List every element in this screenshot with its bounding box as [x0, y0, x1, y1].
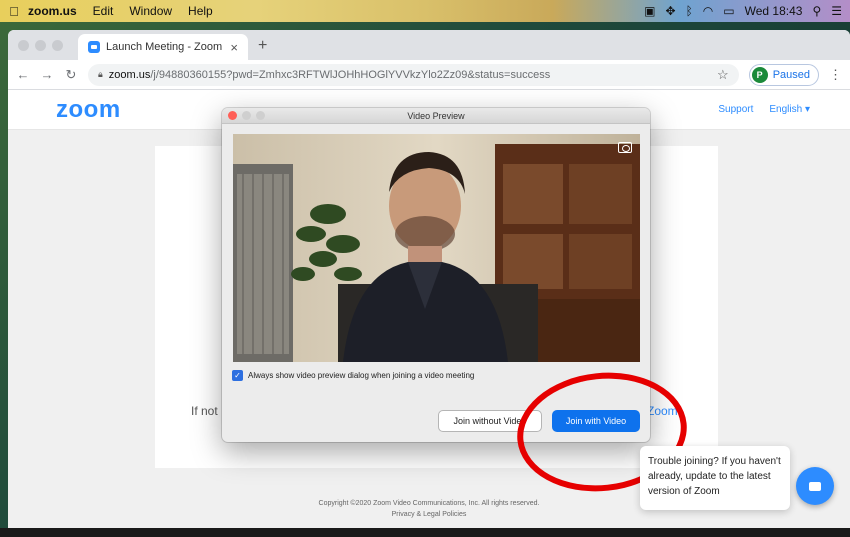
- camera-preview: [233, 134, 640, 362]
- notification-center-icon[interactable]: ☰: [831, 4, 842, 18]
- footer-privacy-link[interactable]: Privacy & Legal Policies: [8, 509, 850, 520]
- minimize-window-icon[interactable]: [35, 40, 46, 51]
- profile-button[interactable]: P Paused: [748, 63, 819, 86]
- menu-app-zoom[interactable]: zoom.us: [28, 4, 77, 18]
- chat-bubble-icon: [809, 481, 821, 491]
- new-tab-icon[interactable]: +: [258, 37, 267, 55]
- bluetooth-icon[interactable]: ᛒ: [686, 4, 693, 18]
- menubar-clock[interactable]: Wed 18:43: [745, 4, 803, 18]
- dialog-titlebar: Video Preview: [222, 108, 650, 124]
- tab-launch-meeting[interactable]: Launch Meeting - Zoom ×: [78, 34, 248, 60]
- dialog-close-icon[interactable]: [228, 111, 237, 120]
- bookmark-star-icon[interactable]: ☆: [717, 67, 729, 83]
- dialog-maximize-icon: [256, 111, 265, 120]
- always-show-preview-row[interactable]: ✓ Always show video preview dialog when …: [232, 370, 474, 381]
- back-arrow-icon[interactable]: ←: [16, 67, 30, 82]
- camera-feed-image: [233, 134, 640, 362]
- dialog-minimize-icon: [242, 111, 251, 120]
- camera-switch-icon[interactable]: [618, 142, 632, 153]
- spotlight-search-icon[interactable]: ⚲: [812, 4, 821, 18]
- menu-help[interactable]: Help: [188, 4, 213, 18]
- wifi-icon[interactable]: ◠: [703, 4, 713, 18]
- menu-window[interactable]: Window: [129, 4, 172, 18]
- lock-icon[interactable]: 🔒︎: [98, 69, 103, 80]
- maximize-window-icon[interactable]: [52, 40, 63, 51]
- chat-support-button[interactable]: [796, 467, 834, 505]
- forward-arrow-icon[interactable]: →: [40, 67, 54, 82]
- dialog-title: Video Preview: [407, 110, 465, 121]
- always-show-preview-checkbox[interactable]: ✓: [232, 370, 243, 381]
- tab-title: Launch Meeting - Zoom: [106, 41, 223, 53]
- menu-edit[interactable]: Edit: [93, 4, 114, 18]
- zoom-logo[interactable]: zoom: [56, 96, 121, 124]
- close-window-icon[interactable]: [18, 40, 29, 51]
- url-host: zoom.us: [108, 68, 151, 81]
- profile-status: Paused: [772, 68, 810, 81]
- mac-menu-bar:  zoom.us Edit Window Help ▣ ✥ ᛒ ◠ ▭ Wed…: [0, 0, 850, 22]
- support-link[interactable]: Support: [718, 104, 753, 115]
- always-show-preview-label: Always show video preview dialog when jo…: [248, 371, 475, 380]
- close-tab-icon[interactable]: ×: [230, 40, 238, 55]
- dropbox-icon[interactable]: ✥: [666, 4, 676, 18]
- reload-icon[interactable]: ↻: [64, 67, 78, 83]
- chat-help-tooltip[interactable]: Trouble joining? If you haven't already,…: [640, 446, 790, 510]
- card-launch-text: If not: [191, 404, 218, 418]
- url-path: /j/94880360155?pwd=Zmhxc3RFTWlJOHhHOGlYV…: [150, 68, 551, 81]
- apple-menu-icon[interactable]: : [0, 4, 28, 19]
- more-menu-icon[interactable]: ⋮: [829, 67, 842, 83]
- language-selector[interactable]: English ▾: [769, 104, 810, 115]
- zoom-status-icon[interactable]: ▣: [644, 4, 655, 18]
- window-controls: [18, 40, 63, 51]
- avatar: P: [751, 66, 768, 83]
- dock-strip: [0, 528, 850, 537]
- battery-icon[interactable]: ▭: [723, 4, 734, 18]
- url-field[interactable]: 🔒︎ zoom.us/j/94880360155?pwd=Zmhxc3RFTWl…: [88, 63, 739, 86]
- zoom-favicon-icon: [88, 41, 100, 53]
- address-bar: ← → ↻ 🔒︎ zoom.us/j/94880360155?pwd=Zmhxc…: [8, 60, 850, 90]
- tab-strip: Launch Meeting - Zoom × +: [8, 30, 850, 60]
